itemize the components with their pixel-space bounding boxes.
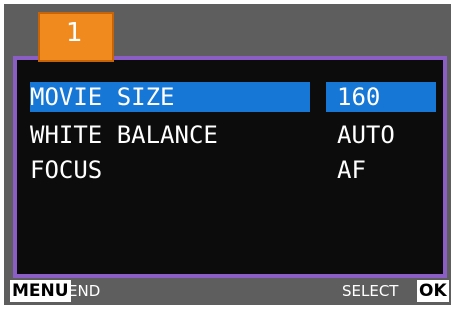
menu-item-value: AUTO	[337, 121, 395, 149]
menu-tab-1[interactable]: 1	[38, 12, 114, 62]
menu-item-focus[interactable]: FOCUS AF	[17, 155, 443, 187]
footer-bar: MENU END SELECT OK	[4, 280, 451, 305]
menu-action-label: END	[68, 282, 101, 300]
menu-item-label: FOCUS	[30, 156, 103, 184]
select-action-label: SELECT	[342, 282, 399, 300]
ok-key[interactable]: OK	[417, 280, 449, 302]
menu-item-value: 160	[337, 83, 381, 111]
menu-item-value: AF	[337, 156, 366, 184]
menu-item-label: MOVIE SIZE	[30, 83, 175, 111]
menu-key[interactable]: MENU	[10, 280, 71, 302]
camera-menu-screen: 1 MOVIE SIZE 160 WHITE BALANCE AUTO FOCU…	[4, 4, 451, 305]
menu-item-white-balance[interactable]: WHITE BALANCE AUTO	[17, 120, 443, 152]
menu-item-movie-size[interactable]: MOVIE SIZE 160	[17, 82, 443, 114]
menu-panel: MOVIE SIZE 160 WHITE BALANCE AUTO FOCUS …	[13, 56, 447, 278]
tab-number: 1	[66, 18, 83, 48]
menu-item-label: WHITE BALANCE	[30, 121, 218, 149]
